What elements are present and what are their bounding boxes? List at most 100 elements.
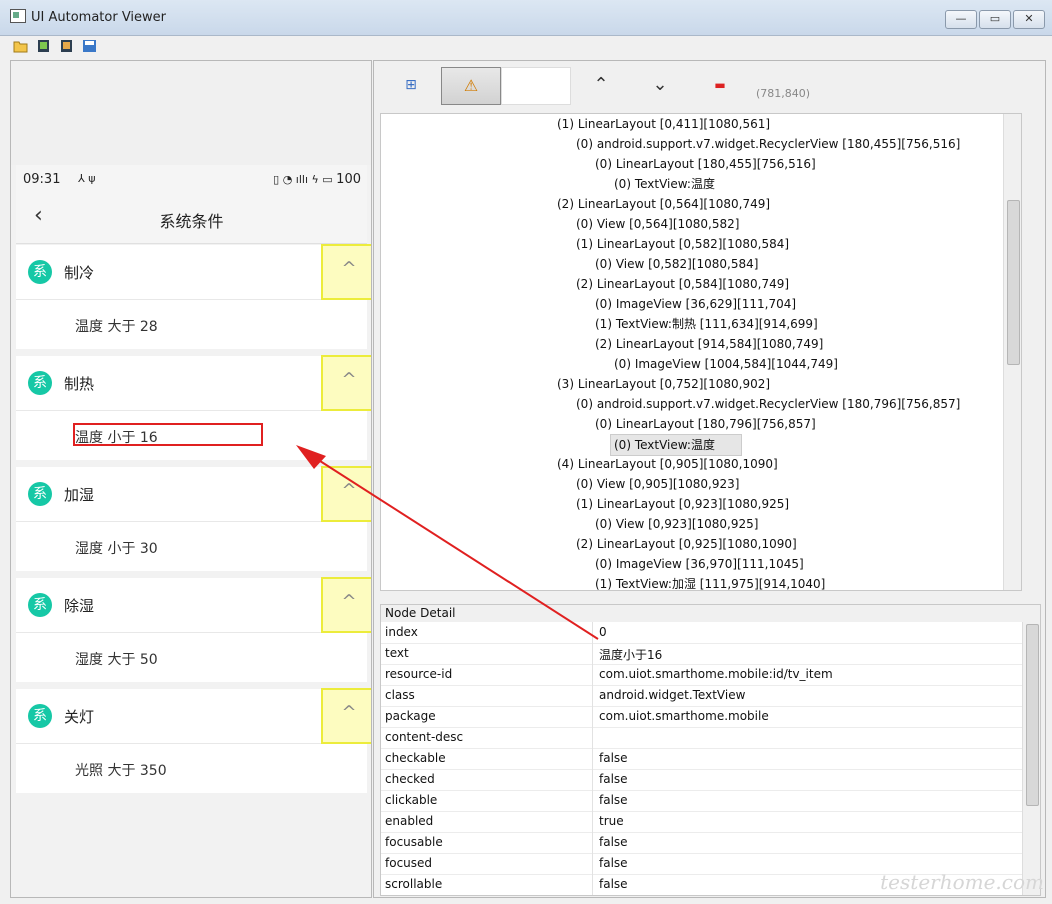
detail-value[interactable]: false (599, 772, 628, 786)
usb-icon: ⅄ ψ (78, 172, 96, 185)
blank-toggle-button[interactable] (501, 67, 571, 105)
category-badge: 系 (28, 371, 52, 395)
device-screenshot-icon[interactable] (36, 39, 51, 53)
column-divider (592, 853, 593, 874)
warning-toggle-button[interactable]: ⚠ (441, 67, 501, 105)
detail-row[interactable]: package com.uiot.smarthome.mobile (381, 706, 1023, 728)
condition-text[interactable]: 湿度 大于 50 (75, 649, 158, 669)
tree-node[interactable]: (0) View [0,582][1080,584] (595, 254, 758, 274)
tree-node[interactable]: (0) LinearLayout [180,455][756,516] (595, 154, 816, 174)
detail-row[interactable]: content-desc (381, 727, 1023, 749)
condition-text[interactable]: 湿度 小于 30 (75, 538, 158, 558)
condition-text[interactable]: 温度 大于 28 (75, 316, 158, 336)
tree-scrollbar[interactable] (1003, 114, 1021, 590)
scrollbar-thumb[interactable] (1026, 624, 1039, 806)
detail-value[interactable]: false (599, 856, 628, 870)
detail-value[interactable]: true (599, 814, 624, 828)
chevron-up-icon: ^ (341, 258, 357, 279)
detail-key: scrollable (385, 877, 443, 891)
detail-value[interactable]: android.widget.TextView (599, 688, 745, 702)
tree-node[interactable]: (0) android.support.v7.widget.RecyclerVi… (576, 394, 960, 414)
tree-node[interactable]: (1) LinearLayout [0,582][1080,584] (576, 234, 789, 254)
column-divider (592, 643, 593, 664)
tree-node[interactable]: (0) LinearLayout [180,796][756,857] (595, 414, 816, 434)
open-folder-icon[interactable] (13, 39, 28, 53)
column-divider (592, 727, 593, 748)
page-title: 系统条件 (159, 212, 224, 231)
category-badge: 系 (28, 260, 52, 284)
scrollbar-thumb[interactable] (1007, 200, 1020, 365)
tree-node[interactable]: (0) ImageView [36,970][111,1045] (595, 554, 804, 574)
tree-node[interactable]: (1) LinearLayout [0,411][1080,561] (557, 114, 770, 134)
chevron-up-icon[interactable]: ⌃ (588, 67, 614, 103)
tree-node[interactable]: (0) ImageView [1004,584][1044,749] (614, 354, 838, 374)
tree-node-selected[interactable]: (0) TextView:温度 (610, 434, 742, 456)
condition-card[interactable]: 系 制冷 ^ 温度 大于 28 (16, 244, 371, 349)
detail-row[interactable]: focusable false (381, 832, 1023, 854)
tree-node[interactable]: (3) LinearLayout [0,752][1080,902] (557, 374, 770, 394)
tree-node[interactable]: (1) LinearLayout [0,923][1080,925] (576, 494, 789, 514)
status-time: 09:31 (23, 172, 61, 187)
card-body: 温度 大于 28 (16, 300, 367, 349)
tree-node[interactable]: (0) View [0,923][1080,925] (595, 514, 758, 534)
condition-card[interactable]: 系 关灯 ^ 光照 大于 350 (16, 688, 371, 793)
device-screenshot-pane[interactable]: 09:31 ⅄ ψ ▯ ◔ ıllı ϟ ▭ 100 ‹ 系统条件 系 制冷 ^… (10, 60, 372, 898)
close-button[interactable]: ✕ (1013, 10, 1045, 29)
detail-row[interactable]: index 0 (381, 622, 1023, 644)
phone-top-area (11, 61, 371, 165)
expand-button[interactable]: ^ (321, 688, 371, 744)
maximize-button[interactable]: ▭ (979, 10, 1011, 29)
expand-button[interactable]: ^ (321, 355, 371, 411)
tree-node[interactable]: (2) LinearLayout [0,925][1080,1090] (576, 534, 797, 554)
tree-node[interactable]: (1) TextView:制热 [111,634][914,699] (595, 314, 818, 334)
tree-node[interactable]: (0) ImageView [36,629][111,704] (595, 294, 796, 314)
detail-value[interactable]: false (599, 835, 628, 849)
tree-node[interactable]: (1) TextView:加湿 [111,975][914,1040] (595, 574, 825, 590)
condition-text[interactable]: 光照 大于 350 (75, 760, 167, 780)
detail-row[interactable]: resource-id com.uiot.smarthome.mobile:id/… (381, 664, 1023, 686)
detail-value[interactable]: false (599, 877, 628, 891)
chevron-up-icon: ^ (341, 702, 357, 723)
detail-value[interactable]: 0 (599, 625, 607, 639)
minimize-button[interactable]: — (945, 10, 977, 29)
condition-card[interactable]: 系 加湿 ^ 湿度 小于 30 (16, 466, 371, 571)
detail-value[interactable]: false (599, 751, 628, 765)
card-header: 系 除湿 ^ (16, 577, 371, 633)
tree-node[interactable]: (2) LinearLayout [0,564][1080,749] (557, 194, 770, 214)
tree-node[interactable]: (2) LinearLayout [0,584][1080,749] (576, 274, 789, 294)
column-divider (592, 622, 593, 643)
card-title: 除湿 (64, 597, 95, 615)
tree-node[interactable]: (4) LinearLayout [0,905][1080,1090] (557, 454, 778, 474)
title-bar: UI Automator Viewer — ▭ ✕ (0, 0, 1052, 36)
detail-row[interactable]: class android.widget.TextView (381, 685, 1023, 707)
card-title: 关灯 (64, 708, 95, 726)
save-icon[interactable] (82, 39, 97, 53)
detail-value[interactable]: 温度小于16 (599, 646, 662, 663)
chevron-down-icon[interactable]: ⌄ (647, 67, 673, 103)
detail-row[interactable]: checked false (381, 769, 1023, 791)
detail-row[interactable]: checkable false (381, 748, 1023, 770)
detail-row[interactable]: clickable false (381, 790, 1023, 812)
device-screenshot-compressed-icon[interactable] (59, 39, 74, 53)
condition-card[interactable]: 系 除湿 ^ 湿度 大于 50 (16, 577, 371, 682)
detail-value[interactable]: com.uiot.smarthome.mobile:id/tv_item (599, 667, 833, 681)
watermark: testerhome.com (880, 870, 1044, 894)
expand-all-icon[interactable]: ⊞ (398, 67, 424, 103)
column-divider (592, 811, 593, 832)
tree-node[interactable]: (0) View [0,905][1080,923] (576, 474, 739, 494)
detail-row[interactable]: enabled true (381, 811, 1023, 833)
clear-icon[interactable]: ▬ (707, 67, 733, 103)
hierarchy-tree[interactable]: (1) LinearLayout [0,411][1080,561] (0) a… (380, 113, 1022, 591)
detail-value[interactable]: com.uiot.smarthome.mobile (599, 709, 769, 723)
detail-row[interactable]: text 温度小于16 (381, 643, 1023, 665)
tree-node[interactable]: (0) TextView:温度 (614, 174, 715, 194)
column-divider (592, 790, 593, 811)
tree-node[interactable]: (0) View [0,564][1080,582] (576, 214, 739, 234)
expand-button[interactable]: ^ (321, 577, 371, 633)
tree-node[interactable]: (2) LinearLayout [914,584][1080,749] (595, 334, 823, 354)
detail-value[interactable]: false (599, 793, 628, 807)
expand-button[interactable]: ^ (321, 244, 371, 300)
expand-button[interactable]: ^ (321, 466, 371, 522)
tree-node[interactable]: (0) android.support.v7.widget.RecyclerVi… (576, 134, 960, 154)
detail-scrollbar[interactable] (1022, 622, 1040, 895)
